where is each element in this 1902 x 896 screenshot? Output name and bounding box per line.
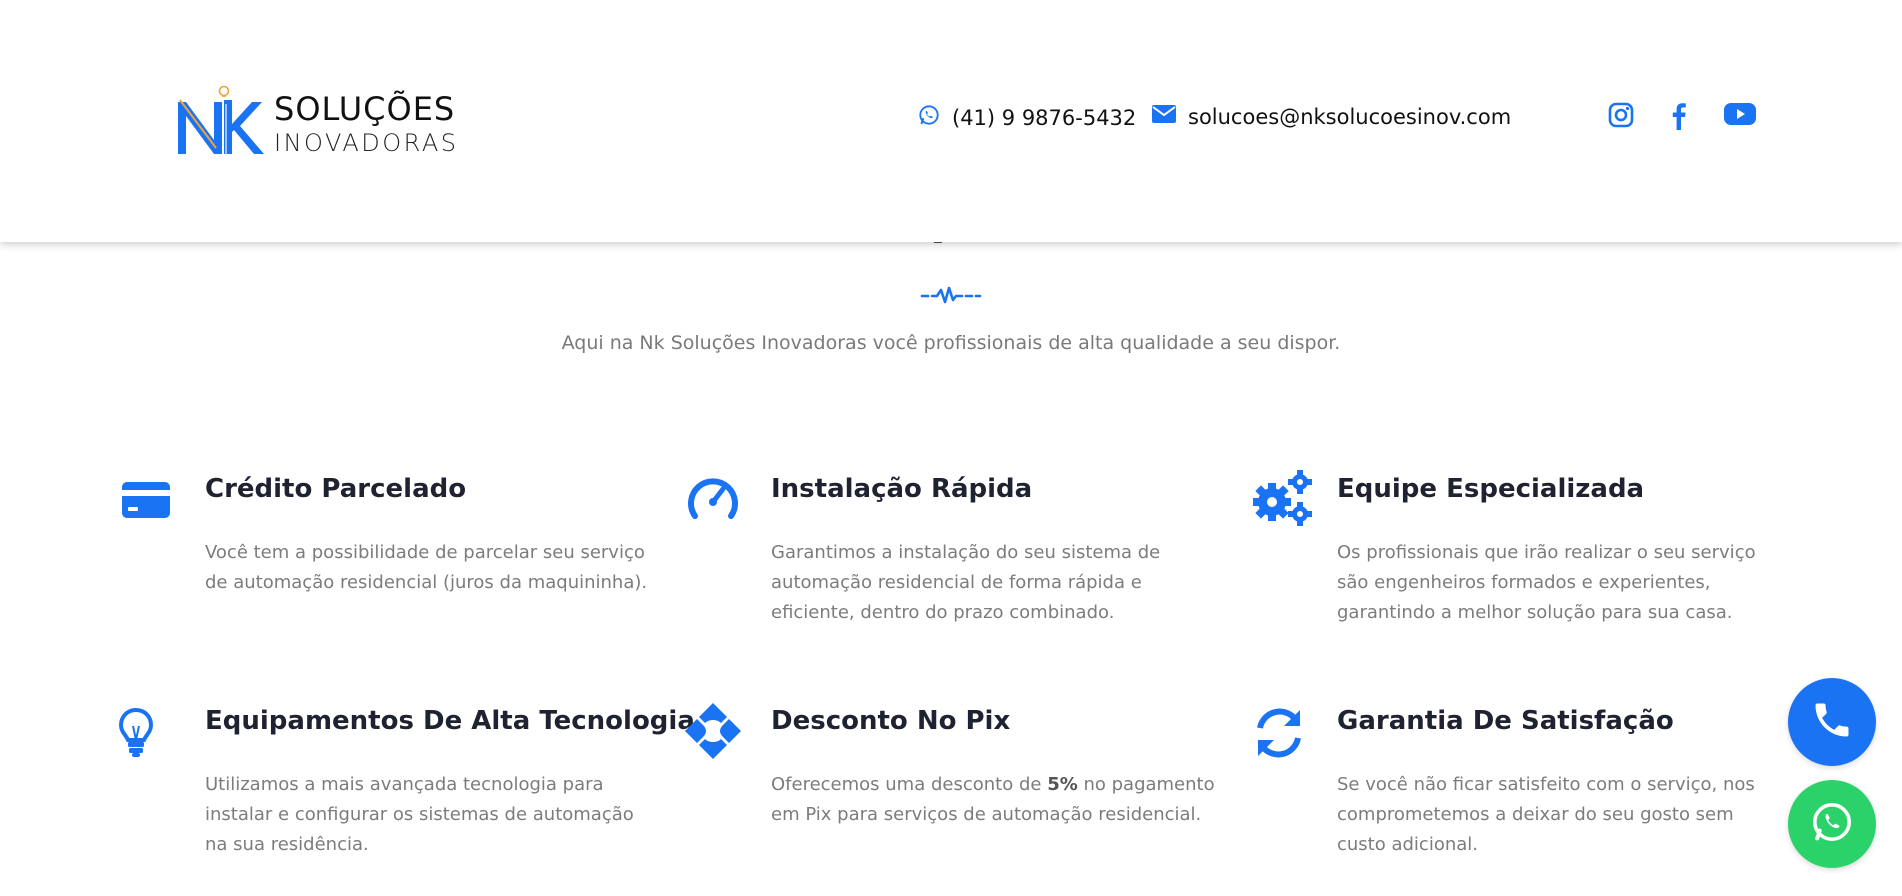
feature-title: Instalação Rápida [771, 474, 1033, 504]
logo-title: SOLUÇÕES [274, 90, 456, 128]
youtube-icon[interactable] [1724, 102, 1756, 130]
feature-text-part: Oferecemos uma desconto de [771, 774, 1048, 795]
feature-title: Equipe Especializada [1337, 474, 1645, 504]
envelope-icon [1152, 104, 1176, 129]
company-logo[interactable]: SOLUÇÕES INOVADORAS [176, 84, 456, 158]
feature-text: Você tem a possibilidade de parcelar seu… [205, 542, 648, 593]
feature-title: Garantia De Satisfação [1337, 706, 1674, 736]
header-email-link[interactable]: solucoes@nksolucoesinov.com [1152, 104, 1511, 129]
heartbeat-divider-icon [920, 286, 982, 304]
gears-icon [1252, 470, 1312, 530]
whatsapp-button[interactable] [1788, 780, 1876, 868]
discount-percent: 5% [1047, 774, 1078, 795]
feature-text: Se você não ficar satisfeito com o servi… [1337, 774, 1755, 855]
feature-title: Crédito Parcelado [205, 474, 467, 504]
speedometer-icon [686, 474, 742, 530]
whatsapp-icon [918, 104, 940, 131]
pix-icon [685, 703, 742, 762]
feature-text: Oferecemos uma desconto de 5% no pagamen… [771, 770, 1221, 830]
feature-title: Equipamentos De Alta Tecnologia [205, 706, 695, 736]
section-subtitle: Aqui na Nk Soluções Inovadoras você prof… [561, 332, 1341, 354]
sync-icon [1252, 706, 1308, 762]
email-address: solucoes@nksolucoesinov.com [1188, 104, 1512, 129]
nk-logo-mark [178, 85, 264, 154]
logo-subtitle: INOVADORAS [274, 129, 459, 157]
social-links [1608, 102, 1756, 130]
header-phone-link[interactable]: (41) 9 9876-5432 [918, 104, 1136, 131]
feature-text: Os profissionais que irão realizar o seu… [1337, 542, 1756, 623]
instagram-icon[interactable] [1608, 102, 1636, 130]
facebook-icon[interactable] [1666, 102, 1694, 130]
feature-title: Desconto No Pix [771, 706, 1011, 736]
feature-text: Utilizamos a mais avançada tecnologia pa… [205, 774, 634, 855]
site-header: SOLUÇÕES INOVADORAS (41) 9 9876-5432 sol… [0, 0, 1902, 242]
lightbulb-icon [118, 706, 176, 762]
phone-call-icon [1810, 698, 1854, 746]
credit-card-icon [120, 474, 176, 530]
feature-text: Garantimos a instalação do seu sistema d… [771, 542, 1161, 623]
phone-number: (41) 9 9876-5432 [952, 105, 1137, 130]
call-button[interactable] [1788, 678, 1876, 766]
whatsapp-icon [1808, 798, 1856, 850]
